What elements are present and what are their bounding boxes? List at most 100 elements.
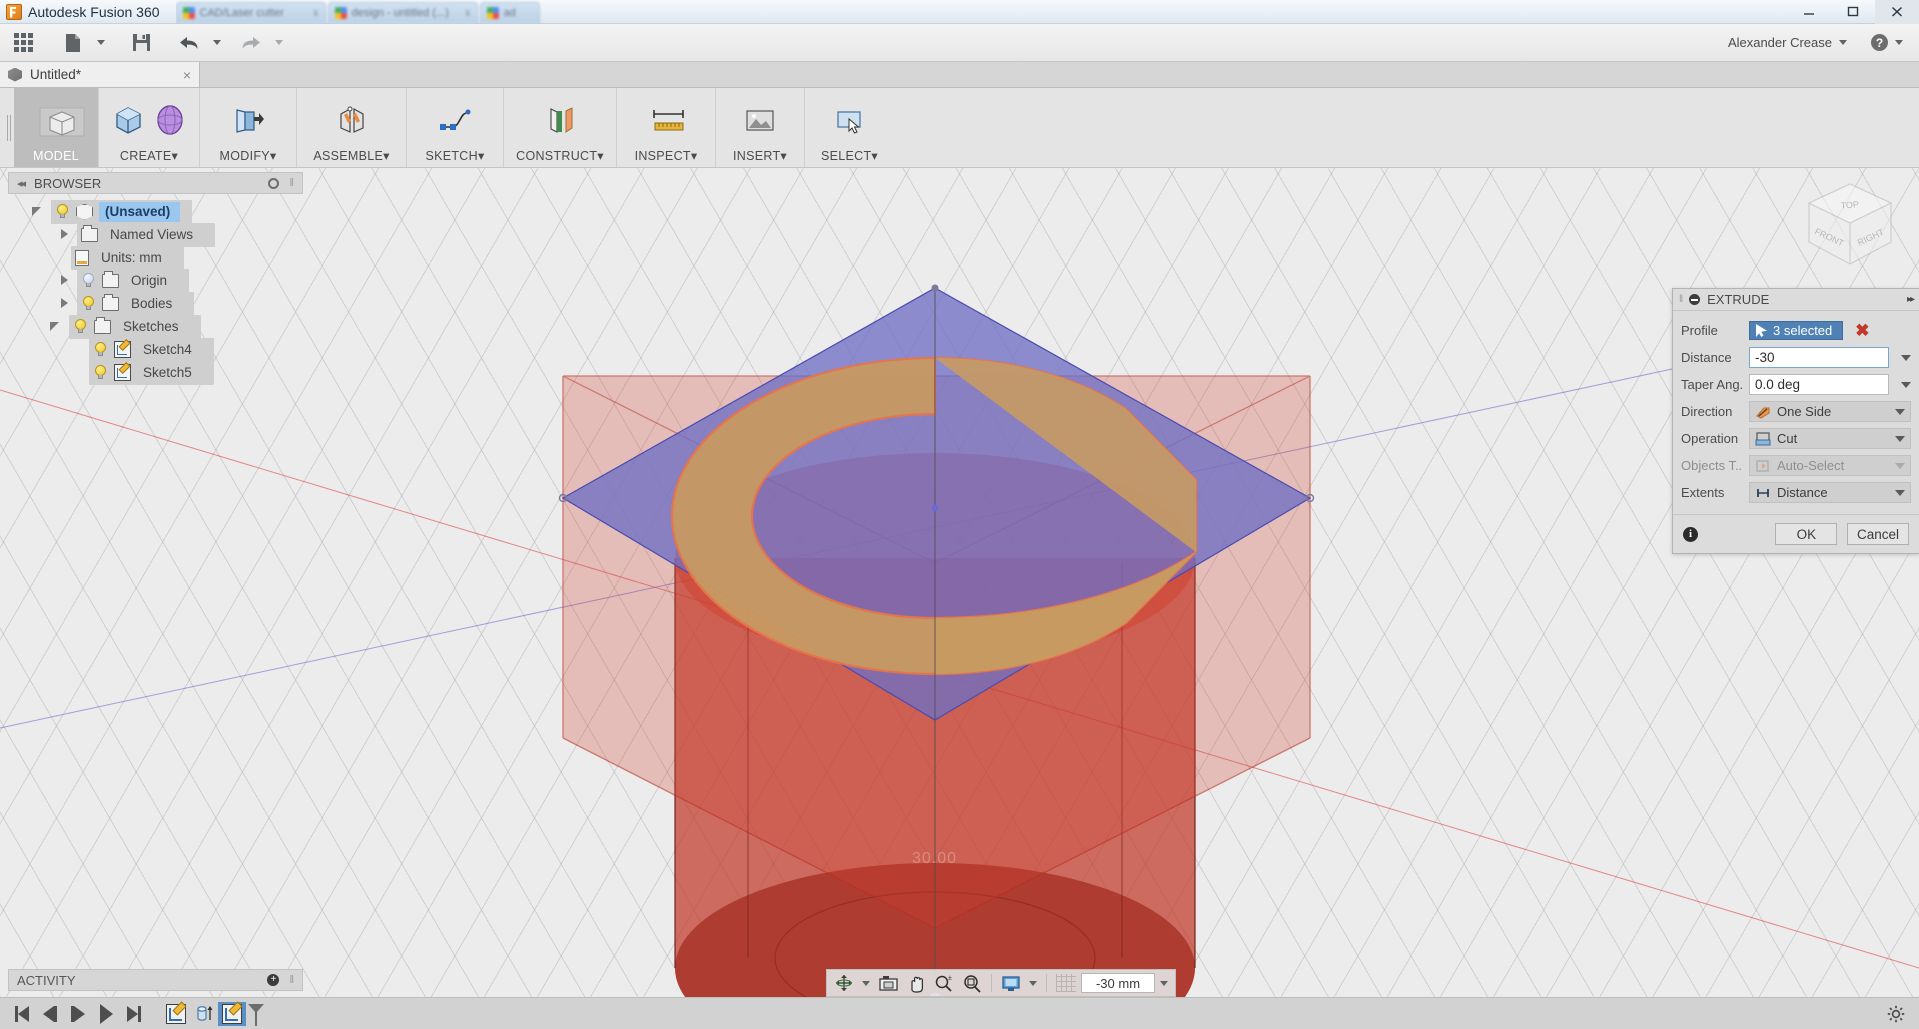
light-bulb-icon[interactable] bbox=[93, 342, 108, 358]
step-forward-button[interactable] bbox=[64, 1002, 92, 1026]
extrude-dialog-header[interactable]: ‖ EXTRUDE ▸▸ bbox=[1673, 289, 1919, 311]
light-bulb-icon[interactable] bbox=[55, 204, 70, 220]
tree-item-bodies[interactable]: Bodies bbox=[8, 292, 303, 315]
go-to-start-button[interactable] bbox=[8, 1002, 36, 1026]
ok-button[interactable]: OK bbox=[1775, 523, 1837, 545]
3d-viewport[interactable]: 30.00 ◂◂ BROWSER ‖ (Unsaved) bbox=[0, 168, 1919, 997]
tree-item-sketch5[interactable]: Sketch5 bbox=[8, 361, 303, 384]
extrude-dimension-label[interactable]: 30.00 bbox=[912, 850, 957, 868]
tree-item-sketches[interactable]: Sketches bbox=[8, 315, 303, 338]
undo-dropdown[interactable] bbox=[206, 28, 228, 58]
redo-button[interactable] bbox=[234, 28, 268, 58]
inspect-measure-icon[interactable] bbox=[649, 103, 683, 137]
timeline-feature-sketch-1[interactable] bbox=[162, 1002, 190, 1026]
fit-button[interactable] bbox=[959, 971, 985, 995]
select-window-icon[interactable] bbox=[833, 103, 867, 137]
twisty-closed-icon[interactable] bbox=[58, 228, 71, 241]
close-icon[interactable]: × bbox=[183, 67, 191, 83]
dialog-grip-icon[interactable]: ‖ bbox=[1679, 294, 1682, 305]
orbit-dropdown[interactable] bbox=[859, 971, 873, 995]
ribbon-panel-insert[interactable]: INSERT▾ bbox=[716, 88, 805, 167]
operation-dropdown[interactable]: Cut bbox=[1749, 428, 1911, 449]
go-to-end-button[interactable] bbox=[120, 1002, 148, 1026]
distance-input[interactable]: -30 bbox=[1749, 347, 1889, 368]
help-icon[interactable]: ? bbox=[1871, 34, 1888, 51]
light-bulb-icon[interactable] bbox=[93, 365, 108, 381]
tab-close-icon[interactable]: x bbox=[465, 7, 471, 19]
modify-press-pull-icon[interactable] bbox=[231, 103, 265, 137]
taper-angle-input[interactable]: 0.0 deg bbox=[1749, 374, 1889, 395]
file-menu-dropdown[interactable] bbox=[90, 28, 112, 58]
twisty-open-icon[interactable] bbox=[32, 205, 45, 218]
zoom-button[interactable]: ± bbox=[931, 971, 957, 995]
view-cube[interactable]: TOP FRONT RIGHT bbox=[1795, 176, 1905, 276]
ribbon-panel-modify[interactable]: MODIFY▾ bbox=[200, 88, 297, 167]
add-activity-icon[interactable]: + bbox=[267, 974, 279, 986]
info-icon[interactable]: i bbox=[1683, 527, 1698, 542]
collapse-icon[interactable]: ◂◂ bbox=[17, 177, 24, 190]
workspace-model-icon[interactable] bbox=[39, 104, 73, 138]
dialog-expand-icon[interactable]: ▸▸ bbox=[1907, 294, 1913, 305]
ribbon-drag-grip[interactable] bbox=[0, 88, 14, 167]
minimize-button[interactable] bbox=[1787, 0, 1831, 24]
profile-selection-button[interactable]: 3 selected bbox=[1749, 321, 1843, 340]
clear-selection-icon[interactable]: ✖ bbox=[1855, 322, 1869, 339]
grid-value-field[interactable]: -30 mm bbox=[1081, 973, 1155, 993]
tree-item-unsaved[interactable]: (Unsaved) bbox=[8, 200, 303, 223]
browser-grip-icon[interactable]: ‖ bbox=[289, 177, 294, 189]
redo-dropdown[interactable] bbox=[268, 28, 290, 58]
timeline-feature-sketch-2[interactable] bbox=[218, 1002, 246, 1026]
direction-dropdown[interactable]: One Side bbox=[1749, 401, 1911, 422]
cancel-button[interactable]: Cancel bbox=[1847, 523, 1909, 545]
activity-grip-icon[interactable]: ‖ bbox=[289, 974, 294, 986]
tab-close-icon[interactable]: x bbox=[313, 7, 319, 19]
chevron-down-icon[interactable] bbox=[1839, 40, 1847, 45]
step-back-button[interactable] bbox=[36, 1002, 64, 1026]
tree-item-named-views[interactable]: Named Views bbox=[8, 223, 303, 246]
tree-item-sketch4[interactable]: Sketch4 bbox=[8, 338, 303, 361]
ribbon-panel-construct[interactable]: CONSTRUCT▾ bbox=[504, 88, 617, 167]
ribbon-panel-inspect[interactable]: INSPECT▾ bbox=[617, 88, 716, 167]
light-bulb-icon[interactable] bbox=[81, 296, 96, 312]
sketch-spline-icon[interactable] bbox=[438, 103, 472, 137]
background-browser-tab[interactable]: design - untitled (...) x bbox=[328, 2, 478, 24]
light-bulb-icon[interactable] bbox=[81, 273, 96, 289]
ribbon-panel-sketch[interactable]: SKETCH▾ bbox=[407, 88, 504, 167]
ribbon-panel-assemble[interactable]: ASSEMBLE▾ bbox=[297, 88, 407, 167]
construct-plane-icon[interactable] bbox=[543, 103, 577, 137]
show-data-panel-button[interactable] bbox=[6, 28, 40, 58]
ribbon-panel-select[interactable]: SELECT▾ bbox=[805, 88, 894, 167]
grid-value-dropdown[interactable] bbox=[1157, 971, 1171, 995]
user-name[interactable]: Alexander Crease bbox=[1728, 35, 1832, 50]
distance-dropdown-icon[interactable] bbox=[1901, 355, 1911, 361]
maximize-button[interactable] bbox=[1831, 0, 1875, 24]
browser-options-icon[interactable] bbox=[268, 178, 279, 189]
close-button[interactable] bbox=[1875, 0, 1919, 24]
document-tab-untitled[interactable]: Untitled* × bbox=[0, 62, 200, 87]
play-button[interactable] bbox=[92, 1002, 120, 1026]
create-sphere-icon[interactable] bbox=[153, 103, 187, 137]
pan-button[interactable] bbox=[903, 971, 929, 995]
gear-icon[interactable] bbox=[1887, 1005, 1905, 1023]
twisty-closed-icon[interactable] bbox=[58, 274, 71, 287]
save-button[interactable] bbox=[124, 28, 158, 58]
assemble-joint-icon[interactable] bbox=[335, 103, 369, 137]
background-browser-tab[interactable]: ad bbox=[480, 2, 540, 24]
display-settings-dropdown[interactable] bbox=[1026, 971, 1040, 995]
extents-dropdown[interactable]: Distance bbox=[1749, 482, 1911, 503]
chevron-down-icon[interactable] bbox=[1895, 40, 1903, 45]
ribbon-panel-create[interactable]: CREATE▾ bbox=[99, 88, 200, 167]
insert-image-icon[interactable] bbox=[743, 103, 777, 137]
ribbon-panel-model[interactable]: MODEL bbox=[14, 88, 99, 167]
background-browser-tab[interactable]: CAD/Laser cutter x bbox=[176, 2, 326, 24]
file-menu-button[interactable] bbox=[56, 28, 90, 58]
grid-snap-button[interactable] bbox=[1053, 971, 1079, 995]
timeline-feature-extrude[interactable] bbox=[190, 1002, 218, 1026]
light-bulb-icon[interactable] bbox=[73, 319, 88, 335]
create-box-icon[interactable] bbox=[111, 103, 145, 137]
display-settings-button[interactable] bbox=[998, 971, 1024, 995]
undo-button[interactable] bbox=[172, 28, 206, 58]
extrude-dialog[interactable]: ‖ EXTRUDE ▸▸ Profile 3 selected ✖ Distan… bbox=[1672, 288, 1919, 554]
twisty-closed-icon[interactable] bbox=[58, 297, 71, 310]
tree-item-units[interactable]: Units: mm bbox=[8, 246, 303, 269]
